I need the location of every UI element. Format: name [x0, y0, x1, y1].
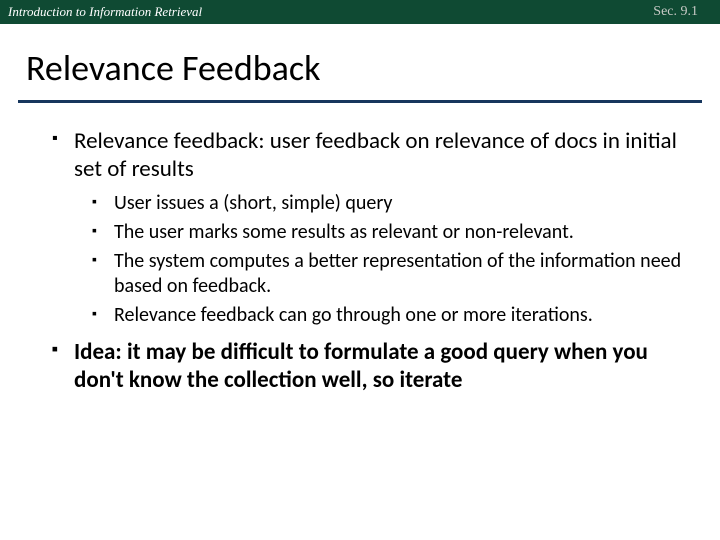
- bullet-text: Relevance feedback: user feedback on rel…: [74, 127, 677, 183]
- sub-bullet-text: User issues a (short, simple) query: [114, 191, 392, 215]
- bullet-list: Relevance feedback: user feedback on rel…: [52, 127, 690, 394]
- slide-body: Relevance feedback: user feedback on rel…: [0, 121, 720, 394]
- slide-title: Relevance Feedback: [0, 24, 720, 100]
- slide: Introduction to Information Retrieval Se…: [0, 0, 720, 540]
- sub-bullet-item: The user marks some results as relevant …: [92, 220, 690, 245]
- bullet-text: Idea: it may be difficult to formulate a…: [74, 338, 648, 394]
- sub-bullet-text: Relevance feedback can go through one or…: [114, 303, 593, 327]
- sub-bullet-list: User issues a (short, simple) query The …: [92, 191, 690, 328]
- bullet-item-idea: Idea: it may be difficult to formulate a…: [52, 338, 690, 394]
- bullet-item: Relevance feedback: user feedback on rel…: [52, 127, 690, 328]
- sub-bullet-text: The system computes a better representat…: [114, 249, 681, 298]
- sub-bullet-item: User issues a (short, simple) query: [92, 191, 690, 216]
- sub-bullet-text: The user marks some results as relevant …: [114, 220, 574, 244]
- topbar: Introduction to Information Retrieval Se…: [0, 0, 720, 24]
- sub-bullet-item: Relevance feedback can go through one or…: [92, 303, 690, 328]
- course-title: Introduction to Information Retrieval: [8, 4, 202, 20]
- title-underline: [18, 100, 702, 103]
- section-label: Sec. 9.1: [653, 4, 712, 20]
- sub-bullet-item: The system computes a better representat…: [92, 249, 690, 299]
